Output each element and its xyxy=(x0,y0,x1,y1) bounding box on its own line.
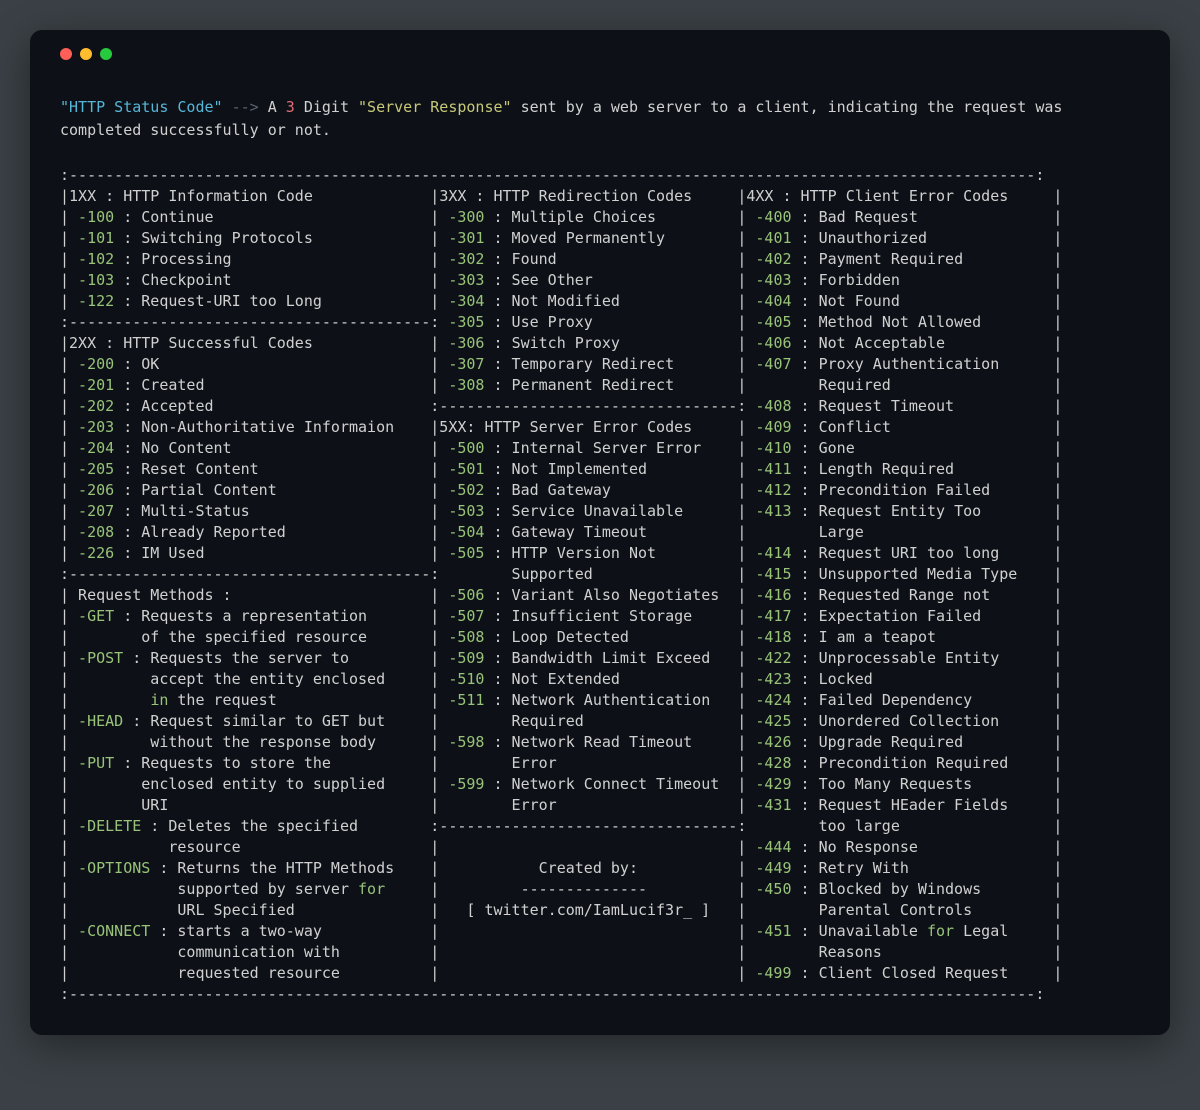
intro-q1: "HTTP Status Code" xyxy=(60,98,223,116)
maximize-icon[interactable] xyxy=(100,48,112,60)
close-icon[interactable] xyxy=(60,48,72,60)
terminal-window: "HTTP Status Code" --> A 3 Digit "Server… xyxy=(30,30,1170,1035)
window-controls xyxy=(60,48,1140,60)
intro-three: 3 xyxy=(286,98,295,116)
minimize-icon[interactable] xyxy=(80,48,92,60)
intro-q2: "Server Response" xyxy=(358,98,512,116)
intro-arrow: --> xyxy=(223,98,268,116)
intro-a2: Digit xyxy=(295,98,358,116)
intro-a1: A xyxy=(268,98,286,116)
intro-line: "HTTP Status Code" --> A 3 Digit "Server… xyxy=(60,96,1140,141)
status-code-table: :---------------------------------------… xyxy=(60,165,1140,1005)
